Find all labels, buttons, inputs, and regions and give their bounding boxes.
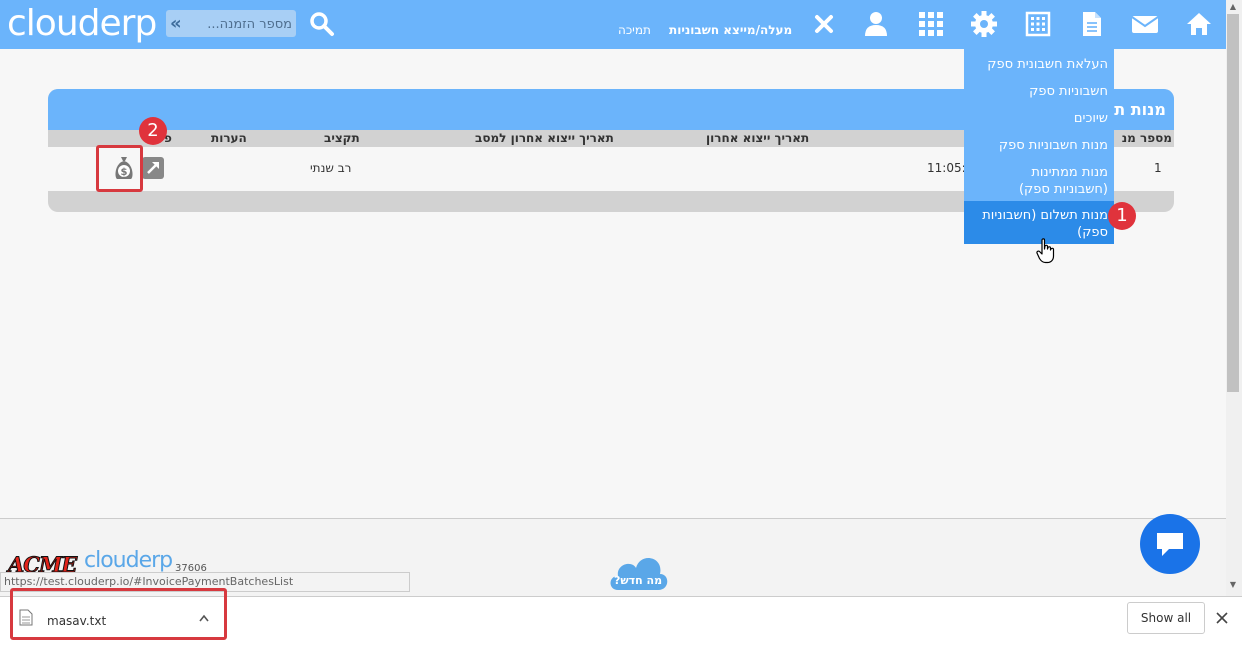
gear-icon[interactable] bbox=[970, 10, 998, 38]
menu-item-assignments[interactable]: שיוכים bbox=[1074, 110, 1108, 127]
highlight-box-download bbox=[10, 588, 227, 640]
col-batch-no[interactable]: מספר מנ bbox=[1122, 131, 1172, 145]
col-budget[interactable]: תקציב bbox=[324, 131, 360, 145]
step-2-badge: 2 bbox=[139, 117, 167, 145]
menu-item-supplier-invoice-batches[interactable]: מנות חשבוניות ספק bbox=[999, 137, 1108, 154]
chat-bubble-icon bbox=[1157, 533, 1183, 556]
nav-support-link[interactable]: תמיכה bbox=[618, 23, 651, 37]
whats-new-label[interactable]: מה חדש? bbox=[606, 574, 670, 587]
external-link-icon[interactable] bbox=[142, 157, 164, 179]
scrollbar-thumb[interactable] bbox=[1227, 14, 1239, 392]
double-chevron-left-icon[interactable]: « bbox=[170, 13, 182, 34]
scroll-up-icon[interactable]: ▲ bbox=[1228, 2, 1238, 11]
envelope-icon[interactable] bbox=[1131, 10, 1159, 38]
close-download-bar-icon[interactable] bbox=[1216, 612, 1228, 624]
whats-new-cloud-icon[interactable] bbox=[606, 550, 670, 594]
order-number-search-input[interactable] bbox=[192, 13, 294, 35]
clouderp-logo[interactable]: clouderp bbox=[7, 3, 157, 44]
apps-grid-icon[interactable] bbox=[917, 10, 945, 38]
menu-item-supplier-invoices[interactable]: חשבוניות ספק bbox=[1029, 83, 1108, 100]
menu-item-pending-batches[interactable]: מנות ממתינות (חשבוניות ספק) bbox=[978, 164, 1108, 198]
top-navbar: clouderp « תמיכה מעלה/מייצא חשבוניות bbox=[0, 0, 1226, 49]
cell-time: 11:05: bbox=[927, 161, 966, 175]
document-icon[interactable] bbox=[1078, 10, 1106, 38]
search-icon[interactable] bbox=[308, 10, 336, 38]
chat-button[interactable] bbox=[1140, 514, 1200, 574]
col-last-export-date-masav[interactable]: תאריך ייצוא אחרון למסב bbox=[475, 131, 614, 145]
close-icon[interactable] bbox=[810, 10, 838, 38]
calculator-icon[interactable] bbox=[1024, 10, 1052, 38]
order-search-box: « bbox=[166, 10, 296, 37]
cell-budget: רב שנתי bbox=[310, 161, 352, 175]
step-1-badge: 1 bbox=[1108, 202, 1136, 230]
invoices-dropdown-menu: העלאת חשבונית ספק חשבוניות ספק שיוכים מנ… bbox=[964, 49, 1114, 244]
cell-batch-no: 1 bbox=[1154, 161, 1162, 175]
scroll-down-icon[interactable]: ▼ bbox=[1228, 580, 1238, 589]
nav-upload-export-link[interactable]: מעלה/מייצא חשבוניות bbox=[669, 23, 792, 37]
panel-title: מנות ת bbox=[1114, 100, 1166, 119]
show-all-downloads-button[interactable]: Show all bbox=[1127, 602, 1205, 634]
col-last-export-date[interactable]: תאריך ייצוא אחרון bbox=[706, 131, 809, 145]
highlight-box-money-icon bbox=[96, 145, 143, 192]
hand-cursor-icon bbox=[1036, 238, 1055, 264]
home-icon[interactable] bbox=[1185, 10, 1213, 38]
clouderp-footer-logo: clouderp bbox=[84, 548, 173, 573]
col-notes[interactable]: הערות bbox=[211, 131, 247, 145]
menu-item-payment-batches[interactable]: מנות תשלום (חשבוניות ספק) bbox=[972, 207, 1108, 241]
menu-item-upload-supplier-invoice[interactable]: העלאת חשבונית ספק bbox=[987, 56, 1108, 73]
user-icon[interactable] bbox=[862, 10, 890, 38]
